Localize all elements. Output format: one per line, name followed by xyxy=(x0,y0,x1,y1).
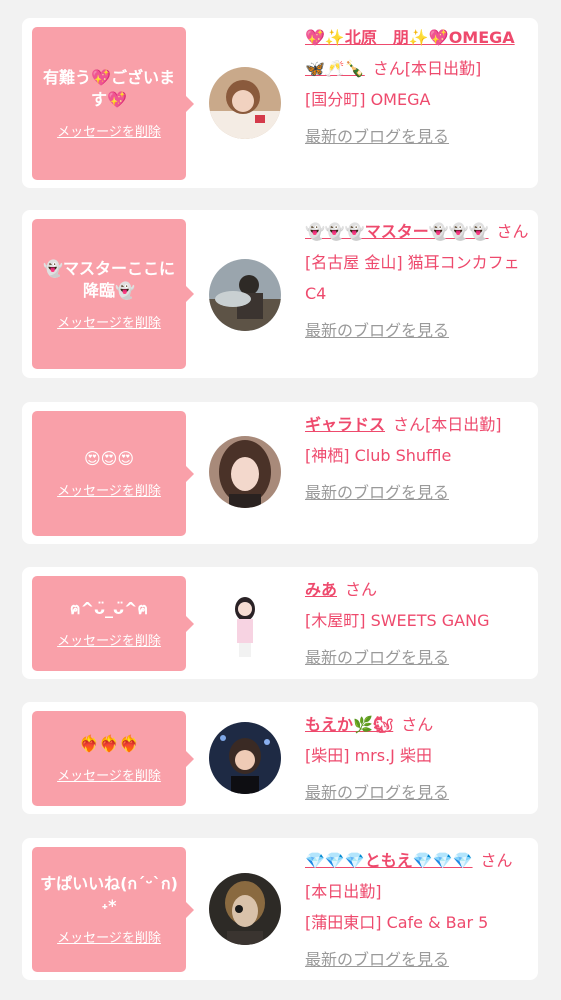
delete-message-link[interactable]: メッセージを削除 xyxy=(57,312,161,331)
status-tag: [本日出勤] xyxy=(404,59,482,78)
message-text: 👻マスターここに降臨👻 xyxy=(43,258,175,300)
delete-message-link[interactable]: メッセージを削除 xyxy=(57,927,161,946)
latest-blog-link[interactable]: 最新のブログを見る xyxy=(305,777,533,808)
profile-name-link[interactable]: みあ xyxy=(305,580,337,599)
profile-info: みあ さん [木屋町] SWEETS GANG 最新のブログを見る xyxy=(305,574,533,673)
avatar[interactable] xyxy=(209,722,281,794)
message-text: ฅ^ᴗ̈_ᴗ̈^ฅ xyxy=(69,599,149,618)
profile-name-link[interactable]: 💎💎💎ともえ💎💎💎 xyxy=(305,851,473,870)
latest-blog-link[interactable]: 最新のブログを見る xyxy=(305,315,533,346)
message-bubble: 有難う💖ございます💖 メッセージを削除 xyxy=(32,27,194,180)
status-tag: [本日出勤] xyxy=(305,882,382,901)
profile-name-link[interactable]: 👻👻👻マスター👻👻👻 xyxy=(305,222,489,241)
latest-blog-link[interactable]: 最新のブログを見る xyxy=(305,121,533,152)
honorific: さん xyxy=(393,415,426,434)
profile-info: 👻👻👻マスター👻👻👻 さん [名古屋 金山] 猫耳コンカフェ C4 最新のブログを… xyxy=(305,216,533,346)
avatar[interactable] xyxy=(209,873,281,945)
message-bubble: 😍😍😍 メッセージを削除 xyxy=(32,411,194,536)
profile-info: 💖✨北原 朋✨💖OMEGA🦋🥂🍾 さん[本日出勤] [国分町] OMEGA 最新の… xyxy=(305,22,533,152)
message-card: すぱいいね(ก´ᵕ`ก)˖* メッセージを削除 💎💎💎ともえ💎💎💎 さん [本日出勤… xyxy=(22,838,538,980)
message-bubble: ❤️‍🔥❤️‍🔥❤️‍🔥 メッセージを削除 xyxy=(32,711,194,806)
delete-message-link[interactable]: メッセージを削除 xyxy=(57,765,161,784)
latest-blog-link[interactable]: 最新のブログを見る xyxy=(305,642,533,673)
delete-message-link[interactable]: メッセージを削除 xyxy=(57,480,161,499)
message-list: 有難う💖ございます💖 メッセージを削除 💖✨北原 朋✨💖OMEGA🦋🥂🍾 さん[本… xyxy=(0,0,561,1000)
message-card: 👻マスターここに降臨👻 メッセージを削除 👻👻👻マスター👻👻👻 さん [名古屋 金… xyxy=(22,210,538,378)
profile-info: ギャラドス さん[本日出勤] [神栖] Club Shuffle 最新のブログを見… xyxy=(305,409,533,508)
profile-name-link[interactable]: ギャラドス xyxy=(305,415,385,434)
shop-name: [国分町] OMEGA xyxy=(305,90,431,109)
shop-name: [神栖] Club Shuffle xyxy=(305,446,452,465)
honorific: さん xyxy=(496,222,529,241)
delete-message-link[interactable]: メッセージを削除 xyxy=(57,121,161,140)
avatar[interactable] xyxy=(209,67,281,139)
message-card: ฅ^ᴗ̈_ᴗ̈^ฅ メッセージを削除 みあ さん [木屋町] SWEETS GAN… xyxy=(22,567,538,679)
profile-info: もえか🌿🐿 さん [柴田] mrs.J 柴田 最新のブログを見る xyxy=(305,709,533,808)
avatar[interactable] xyxy=(209,259,281,331)
honorific: さん xyxy=(372,59,405,78)
message-card: 有難う💖ございます💖 メッセージを削除 💖✨北原 朋✨💖OMEGA🦋🥂🍾 さん[本… xyxy=(22,18,538,188)
message-card: ❤️‍🔥❤️‍🔥❤️‍🔥 メッセージを削除 もえか🌿🐿 さん [柴田] mrs.J… xyxy=(22,702,538,814)
message-bubble: ฅ^ᴗ̈_ᴗ̈^ฅ メッセージを削除 xyxy=(32,576,194,671)
latest-blog-link[interactable]: 最新のブログを見る xyxy=(305,477,533,508)
message-bubble: 👻マスターここに降臨👻 メッセージを削除 xyxy=(32,219,194,369)
message-text: すぱいいね(ก´ᵕ`ก)˖* xyxy=(40,874,178,915)
shop-name: [柴田] mrs.J 柴田 xyxy=(305,746,432,765)
message-text: 😍😍😍 xyxy=(83,449,135,468)
honorific: さん xyxy=(480,851,513,870)
latest-blog-link[interactable]: 最新のブログを見る xyxy=(305,944,533,975)
message-text: ❤️‍🔥❤️‍🔥❤️‍🔥 xyxy=(79,734,139,753)
shop-name: [木屋町] SWEETS GANG xyxy=(305,611,490,630)
delete-message-link[interactable]: メッセージを削除 xyxy=(57,630,161,649)
shop-name: [名古屋 金山] 猫耳コンカフェ C4 xyxy=(305,253,520,303)
message-bubble: すぱいいね(ก´ᵕ`ก)˖* メッセージを削除 xyxy=(32,847,194,972)
shop-name: [蒲田東口] Cafe & Bar 5 xyxy=(305,913,489,932)
avatar[interactable] xyxy=(209,587,281,659)
honorific: さん xyxy=(345,580,378,599)
profile-info: 💎💎💎ともえ💎💎💎 さん [本日出勤] [蒲田東口] Cafe & Bar 5 最新… xyxy=(305,845,533,975)
honorific: さん xyxy=(401,715,434,734)
profile-name-link[interactable]: もえか🌿🐿 xyxy=(305,715,393,734)
message-card: 😍😍😍 メッセージを削除 ギャラドス さん[本日出勤] [神栖] Club Shu… xyxy=(22,402,538,544)
status-tag: [本日出勤] xyxy=(425,415,502,434)
avatar[interactable] xyxy=(209,436,281,508)
message-text: 有難う💖ございます💖 xyxy=(43,68,175,109)
